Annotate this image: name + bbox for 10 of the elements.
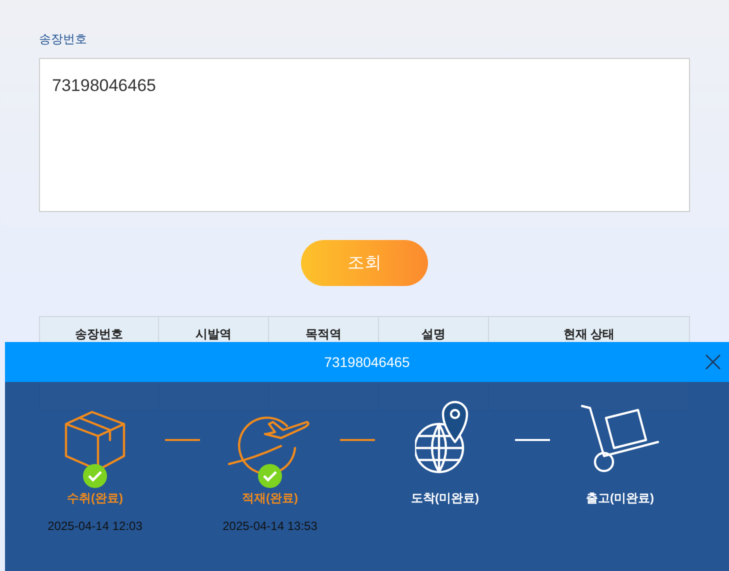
step-time: 2025-04-14 12:03 [48,518,142,535]
step-label: 출고(미완료) [586,490,654,507]
tracking-number-field[interactable]: 73198046465 [39,58,690,212]
step-time: 2025-04-14 13:53 [222,518,318,535]
field-label: 송장번호 [39,31,88,48]
close-button[interactable] [705,354,721,370]
hand-truck-icon [580,402,660,474]
step-label: 적재(완료) [242,490,298,507]
step-label: 수취(완료) [67,490,123,507]
step-label: 도착(미완료) [411,490,479,507]
